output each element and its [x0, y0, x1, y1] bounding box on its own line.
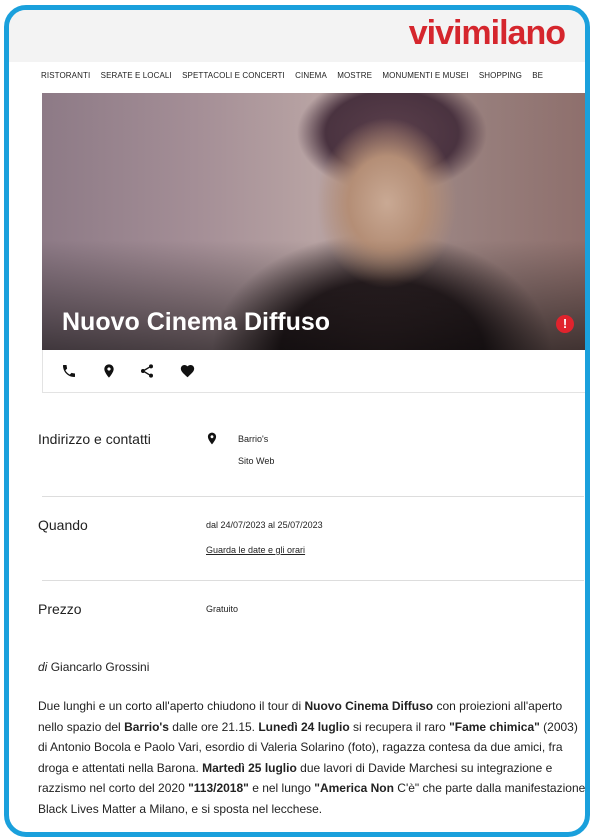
date-range: dal 24/07/2023 al 25/07/2023	[206, 520, 323, 530]
article-text: dalle ore 21.15.	[168, 719, 259, 734]
site-header: vivimilano	[9, 10, 585, 62]
article-body: Due lunghi e un corto all'aperto chiudon…	[38, 696, 585, 819]
price-label: Prezzo	[38, 601, 82, 617]
venue-name[interactable]: Barrio's	[238, 434, 268, 444]
nav-item-ristoranti[interactable]: RISTORANTI	[41, 71, 90, 80]
location-pin-icon	[205, 431, 219, 451]
hero-image: Nuovo Cinema Diffuso !	[42, 93, 585, 350]
share-icon[interactable]	[139, 363, 157, 381]
article-highlight: Barrio's	[124, 719, 169, 734]
article-highlight: Nuovo Cinema Diffuso	[304, 699, 434, 713]
when-label: Quando	[38, 517, 88, 533]
dates-times-link[interactable]: Guarda le date e gli orari	[206, 545, 305, 555]
author-name: Giancarlo Grossini	[50, 660, 150, 674]
address-label: Indirizzo e contatti	[38, 431, 151, 447]
event-title: Nuovo Cinema Diffuso	[62, 308, 331, 336]
nav-item-cinema[interactable]: CINEMA	[295, 71, 327, 80]
nav-item-serate-e-locali[interactable]: SERATE E LOCALI	[101, 71, 172, 80]
heart-icon[interactable]	[179, 363, 197, 381]
divider	[42, 580, 584, 581]
price-value: Gratuito	[206, 604, 239, 614]
main-nav: RISTORANTI SERATE E LOCALI SPETTACOLI E …	[41, 71, 551, 80]
nav-item-shopping[interactable]: SHOPPING	[479, 71, 522, 80]
article-text: e nel lungo	[248, 781, 315, 795]
divider	[42, 496, 584, 497]
author-byline: di Giancarlo Grossini	[38, 660, 149, 674]
article-highlight: "Fame chimica"	[449, 719, 540, 734]
article-text: Due lunghi e un corto all'aperto chiudon…	[38, 699, 305, 713]
article-highlight: "113/2018"	[188, 781, 249, 795]
action-bar	[42, 350, 585, 393]
article-highlight: Martedì 25 luglio	[202, 760, 297, 775]
author-prefix: di	[38, 660, 48, 674]
location-pin-icon[interactable]	[101, 363, 119, 381]
vivimilano-logo[interactable]: vivimilano	[409, 14, 566, 52]
nav-item-monumenti-e-musei[interactable]: MONUMENTI E MUSEI	[382, 71, 468, 80]
alert-icon[interactable]: !	[556, 315, 574, 333]
page-frame: vivimilano RISTORANTI SERATE E LOCALI SP…	[4, 5, 590, 837]
nav-item-spettacoli-e-concerti[interactable]: SPETTACOLI E CONCERTI	[182, 71, 285, 80]
nav-item-truncated[interactable]: BE	[532, 71, 543, 80]
website-link[interactable]: Sito Web	[238, 456, 274, 466]
nav-item-mostre[interactable]: MOSTRE	[337, 71, 372, 80]
article-highlight: Lunedì 24 luglio	[258, 719, 350, 734]
article-highlight: "America Non	[314, 781, 394, 795]
phone-icon[interactable]	[61, 363, 79, 381]
article-text: si recupera il raro	[349, 719, 450, 734]
